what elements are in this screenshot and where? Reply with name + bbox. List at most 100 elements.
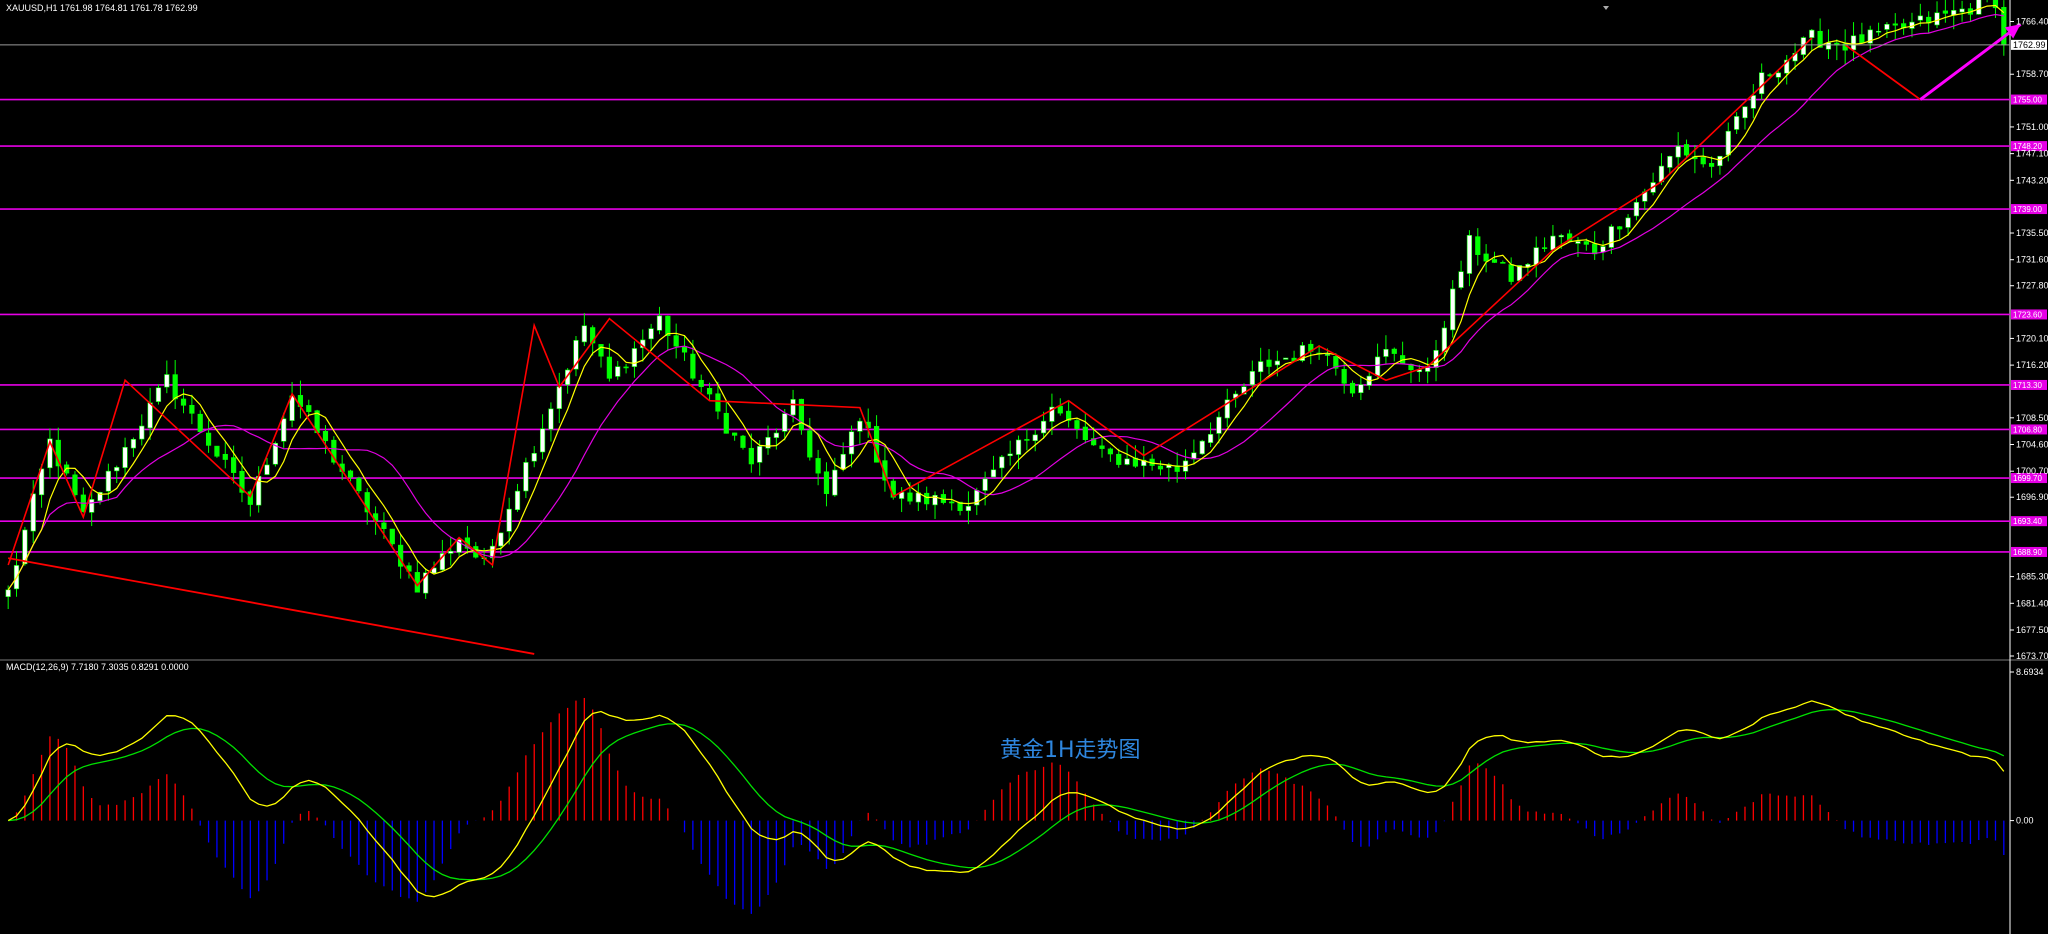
candle-body[interactable] <box>1266 359 1272 367</box>
candle-body[interactable] <box>1107 448 1113 455</box>
candle-body[interactable] <box>1358 384 1364 394</box>
candle-body[interactable] <box>347 470 354 478</box>
candle-body[interactable] <box>606 356 612 379</box>
candle-body[interactable] <box>1942 10 1948 14</box>
candle-body[interactable] <box>1617 226 1623 230</box>
candle-body[interactable] <box>1917 15 1923 21</box>
candle-body[interactable] <box>1383 349 1389 357</box>
candle-body[interactable] <box>748 447 754 465</box>
candle-body[interactable] <box>1207 434 1214 443</box>
candle-body[interactable] <box>1675 145 1681 158</box>
candle-body[interactable] <box>1324 354 1331 356</box>
candle-body[interactable] <box>114 467 120 472</box>
candle-body[interactable] <box>139 425 145 440</box>
candle-body[interactable] <box>381 522 387 530</box>
candle-body[interactable] <box>1892 23 1898 26</box>
candle-body[interactable] <box>1374 356 1381 377</box>
candle-body[interactable] <box>690 353 696 379</box>
candle-body[interactable] <box>1884 23 1890 30</box>
candle-body[interactable] <box>1500 262 1506 264</box>
candle-body[interactable] <box>1775 72 1781 78</box>
candle-body[interactable] <box>1283 357 1289 360</box>
candle-body[interactable] <box>180 398 187 406</box>
candle-body[interactable] <box>1934 12 1940 26</box>
candle-body[interactable] <box>623 366 629 369</box>
candle-body[interactable] <box>1082 426 1088 440</box>
candle-body[interactable] <box>1742 106 1748 119</box>
candle-body[interactable] <box>648 328 654 340</box>
candle-body[interactable] <box>122 447 128 468</box>
candle-body[interactable] <box>72 474 78 496</box>
candle-body[interactable] <box>1759 72 1765 95</box>
candle-body[interactable] <box>1441 327 1447 353</box>
candle-body[interactable] <box>1533 247 1539 265</box>
candle-body[interactable] <box>965 505 972 511</box>
candle-body[interactable] <box>698 379 704 388</box>
candle-body[interactable] <box>548 408 554 430</box>
candle-body[interactable] <box>1057 405 1063 414</box>
candle-body[interactable] <box>356 477 362 492</box>
candle-body[interactable] <box>1734 116 1740 130</box>
candle-body[interactable] <box>1667 156 1673 168</box>
candle-body[interactable] <box>1124 458 1130 465</box>
candle-body[interactable] <box>1466 235 1473 274</box>
candle-body[interactable] <box>990 469 997 478</box>
candle-body[interactable] <box>1583 241 1589 245</box>
candle-body[interactable] <box>999 456 1005 469</box>
candle-body[interactable] <box>673 335 679 347</box>
candle-body[interactable] <box>1541 247 1548 249</box>
candle-body[interactable] <box>1516 265 1523 281</box>
candle-body[interactable] <box>1575 241 1581 244</box>
candle-body[interactable] <box>1199 440 1205 455</box>
candle-body[interactable] <box>1258 361 1264 373</box>
candle-body[interactable] <box>306 405 312 412</box>
candle-body[interactable] <box>1475 236 1481 255</box>
candle-body[interactable] <box>1708 163 1715 167</box>
candle-body[interactable] <box>205 432 212 446</box>
candle-body[interactable] <box>1717 155 1723 167</box>
candle-body[interactable] <box>231 457 237 473</box>
candle-body[interactable] <box>1550 235 1556 251</box>
candle-body[interactable] <box>706 388 713 395</box>
candle-body[interactable] <box>539 428 546 453</box>
candle-body[interactable] <box>147 402 153 429</box>
candle-body[interactable] <box>782 413 788 432</box>
candle-body[interactable] <box>1458 271 1464 288</box>
candle-body[interactable] <box>264 464 270 475</box>
candle-body[interactable] <box>857 420 863 432</box>
candle-body[interactable] <box>1592 243 1598 255</box>
candle-body[interactable] <box>732 432 738 436</box>
candle-body[interactable] <box>1608 226 1614 248</box>
candle-body[interactable] <box>1859 34 1865 44</box>
candle-body[interactable] <box>1633 202 1640 217</box>
candle-body[interactable] <box>172 374 178 400</box>
candle-body[interactable] <box>1875 30 1882 33</box>
candle-body[interactable] <box>1850 35 1857 51</box>
candle-body[interactable] <box>1157 465 1164 470</box>
candle-body[interactable] <box>848 431 855 455</box>
candle-body[interactable] <box>498 532 504 547</box>
candle-body[interactable] <box>790 399 796 416</box>
candle-body[interactable] <box>840 453 846 470</box>
candle-body[interactable] <box>1099 445 1105 449</box>
candle-body[interactable] <box>1249 371 1255 386</box>
candle-body[interactable] <box>155 387 162 402</box>
candle-body[interactable] <box>214 445 220 457</box>
candle-body[interactable] <box>1450 288 1456 331</box>
candle-body[interactable] <box>1959 8 1965 13</box>
candle-body[interactable] <box>1040 420 1047 434</box>
candle-body[interactable] <box>105 470 111 492</box>
candle-body[interactable] <box>164 374 170 388</box>
candle-body[interactable] <box>907 492 913 502</box>
candle-body[interactable] <box>723 412 729 434</box>
candle-body[interactable] <box>823 471 830 494</box>
candle-body[interactable] <box>222 453 228 460</box>
candle-body[interactable] <box>1483 253 1489 262</box>
candle-body[interactable] <box>1508 264 1514 282</box>
xauusd-h1-chart[interactable]: 1755.001748.201739.001723.601713.301706.… <box>0 0 2048 934</box>
candle-body[interactable] <box>1007 453 1013 457</box>
candle-body[interactable] <box>949 501 955 504</box>
candle-body[interactable] <box>815 458 821 474</box>
candle-body[interactable] <box>514 490 521 511</box>
candle-body[interactable] <box>832 469 838 496</box>
